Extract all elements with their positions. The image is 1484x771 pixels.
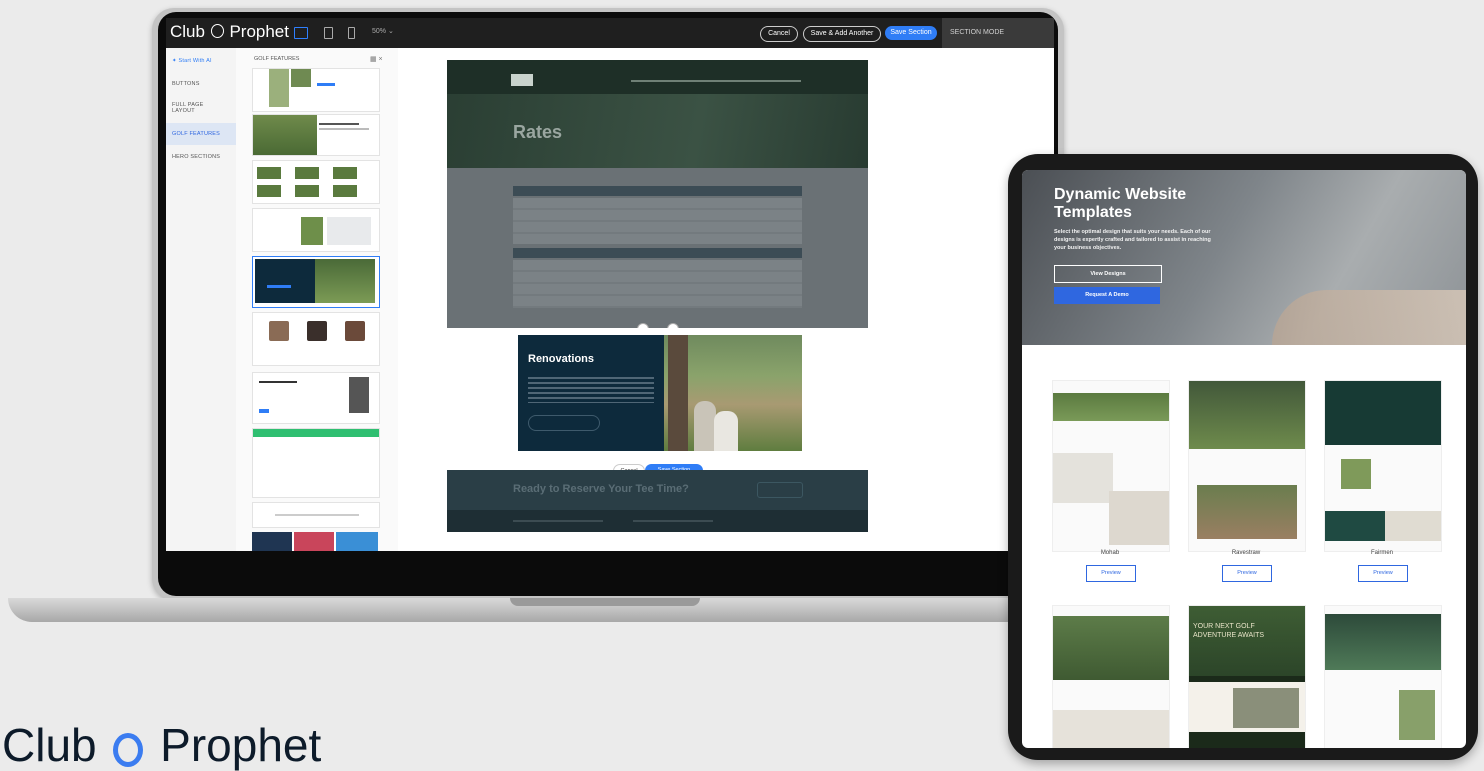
section-thumb-logos[interactable] bbox=[252, 502, 380, 528]
renovations-title: Renovations bbox=[528, 353, 595, 365]
page-footer bbox=[447, 510, 868, 532]
section-thumb-experience[interactable] bbox=[252, 372, 380, 424]
save-add-another-button[interactable]: Save & Add Another bbox=[803, 26, 881, 42]
golf-adventure-text: YOUR NEXT GOLF ADVENTURE AWAITS bbox=[1193, 623, 1265, 639]
rates-table-area bbox=[447, 168, 868, 328]
section-thumb-3[interactable] bbox=[252, 160, 380, 204]
logo-word-club: Club bbox=[2, 719, 97, 771]
renovations-section[interactable]: Renovations Cancel Save Section bbox=[447, 328, 868, 478]
template-fairmen-preview-image[interactable] bbox=[1324, 380, 1442, 552]
editor-sidebar: ✦ Start With AI BUTTONS FULL PAGE LAYOUT… bbox=[166, 48, 237, 551]
templates-hero: Dynamic Website Templates Select the opt… bbox=[1022, 170, 1466, 345]
hero-title: Dynamic Website Templates bbox=[1054, 186, 1187, 221]
sidebar-item-full-page-layout[interactable]: FULL PAGE LAYOUT bbox=[172, 102, 208, 114]
renovations-photo bbox=[664, 335, 802, 451]
hero-text: Select the optimal design that suits you… bbox=[1054, 229, 1211, 251]
editor-brand: Club Prophet bbox=[170, 22, 289, 42]
renovations-card: Renovations bbox=[518, 335, 664, 451]
cta-banner: Ready to Reserve Your Tee Time? bbox=[447, 470, 868, 510]
section-thumb-4[interactable] bbox=[252, 208, 380, 252]
section-thumb-cards[interactable] bbox=[252, 532, 378, 551]
section-thumb-2[interactable] bbox=[252, 114, 380, 156]
section-thumb-team[interactable] bbox=[252, 312, 380, 366]
rates-hero: Rates bbox=[447, 60, 868, 168]
section-thumb-form[interactable] bbox=[252, 428, 380, 498]
section-mode-select[interactable]: SECTION MODE bbox=[942, 18, 1054, 48]
rates-title: Rates bbox=[513, 122, 563, 142]
panel-grid-icon[interactable]: ▦ × bbox=[370, 55, 383, 63]
renovations-text bbox=[528, 377, 654, 403]
section-thumb-renovations[interactable] bbox=[252, 256, 380, 308]
tablet-view-icon[interactable] bbox=[324, 27, 333, 39]
preview-button-fairmen[interactable]: Preview bbox=[1358, 565, 1408, 582]
preview-button-mohab[interactable]: Preview bbox=[1086, 565, 1136, 582]
brand-word-club: Club bbox=[170, 22, 205, 41]
sidebar-item-start-ai[interactable]: ✦ Start With AI bbox=[172, 58, 212, 64]
template-name-ravestraw: Ravestraw bbox=[1231, 550, 1261, 556]
request-demo-button[interactable]: Request A Demo bbox=[1054, 287, 1160, 304]
tablet-screen: Dynamic Website Templates Select the opt… bbox=[1022, 170, 1466, 748]
view-designs-button[interactable]: View Designs bbox=[1054, 265, 1162, 283]
start-ai-label: Start With AI bbox=[178, 58, 212, 64]
cancel-button[interactable]: Cancel bbox=[760, 26, 798, 42]
panel-title: GOLF FEATURES bbox=[254, 56, 300, 62]
mobile-view-icon[interactable] bbox=[348, 27, 355, 39]
logo-ring-icon bbox=[113, 733, 144, 767]
template-4-preview-image[interactable] bbox=[1052, 605, 1170, 748]
template-6-preview-image[interactable] bbox=[1324, 605, 1442, 748]
desktop-view-icon[interactable] bbox=[294, 27, 308, 39]
brand-word-prophet: Prophet bbox=[229, 22, 289, 41]
hero-hand-image bbox=[1272, 290, 1466, 345]
template-ravestraw-preview-image[interactable] bbox=[1188, 380, 1306, 552]
page-preview: Rates Renovations Ready to Reserve Your … bbox=[447, 60, 868, 540]
editor-screen: Club Prophet 50% ⌄ Cancel Save & Add Ano… bbox=[166, 18, 1054, 551]
template-name-fairmen: Fairmen bbox=[1370, 550, 1393, 556]
laptop-notch bbox=[510, 598, 700, 606]
editor-canvas: Rates Renovations Ready to Reserve Your … bbox=[398, 48, 1054, 551]
editor-toolbar: Club Prophet 50% ⌄ Cancel Save & Add Ano… bbox=[166, 18, 1054, 48]
club-prophet-logo: Club Prophet bbox=[2, 722, 321, 768]
template-mohab-preview-image[interactable] bbox=[1052, 380, 1170, 552]
section-library-panel: GOLF FEATURES ▦ × bbox=[236, 48, 399, 551]
cta-button[interactable] bbox=[757, 482, 803, 498]
preview-button-ravestraw[interactable]: Preview bbox=[1222, 565, 1272, 582]
sidebar-item-hero-sections[interactable]: HERO SECTIONS bbox=[172, 154, 220, 160]
logo-word-prophet: Prophet bbox=[160, 719, 322, 771]
renovations-button[interactable] bbox=[528, 415, 600, 431]
club-logo bbox=[511, 74, 533, 86]
template-5-preview-image[interactable]: YOUR NEXT GOLF ADVENTURE AWAITS bbox=[1188, 605, 1306, 748]
section-thumb-1[interactable] bbox=[252, 68, 380, 112]
template-name-mohab: Mohab bbox=[1100, 550, 1120, 556]
sidebar-item-buttons[interactable]: BUTTONS bbox=[172, 81, 200, 87]
brand-ring-icon bbox=[210, 24, 224, 38]
zoom-select[interactable]: 50% ⌄ bbox=[372, 27, 394, 35]
cta-title: Ready to Reserve Your Tee Time? bbox=[513, 483, 689, 495]
sidebar-item-golf-features[interactable]: GOLF FEATURES bbox=[172, 131, 220, 137]
save-section-button[interactable]: Save Section bbox=[885, 26, 937, 40]
